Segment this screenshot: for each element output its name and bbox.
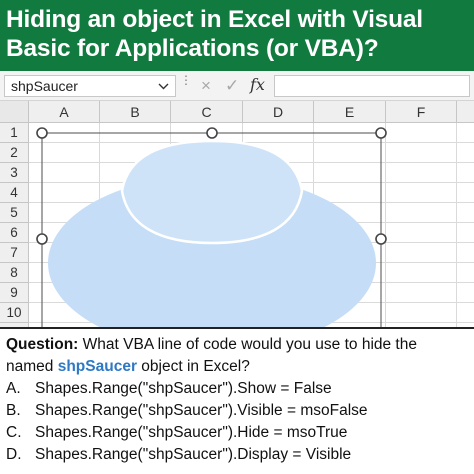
formula-bar: shpSaucer ⋮ × ✓ fx — [0, 71, 474, 101]
question-text: Question: What VBA line of code would yo… — [6, 334, 468, 378]
chevron-down-icon[interactable] — [158, 76, 169, 102]
formula-input[interactable] — [274, 75, 470, 97]
title-line-2: Basic for Applications (or VBA)? — [6, 35, 379, 62]
title-banner: Hiding an object in Excel with Visual Ba… — [0, 0, 474, 71]
title-line-1: Hiding an object in Excel with Visual — [6, 6, 423, 33]
insert-function-icon[interactable]: fx — [250, 75, 265, 94]
option-letter: B. — [6, 402, 21, 419]
worksheet-grid[interactable]: A B C D E F 1 2 3 4 5 6 7 8 9 10 11 — [0, 101, 474, 327]
question-highlight: shpSaucer — [57, 358, 137, 375]
shape-layer — [36, 127, 387, 327]
question-panel: Question: What VBA line of code would yo… — [0, 327, 474, 474]
option-text: Shapes.Range("shpSaucer").Show = False — [35, 380, 332, 397]
answer-option-c[interactable]: C. Shapes.Range("shpSaucer").Hide = msoT… — [6, 422, 468, 444]
resize-handle-top-right[interactable] — [375, 127, 387, 139]
option-letter: D. — [6, 446, 22, 463]
answer-option-a[interactable]: A. Shapes.Range("shpSaucer").Show = Fals… — [6, 378, 468, 400]
option-text: Shapes.Range("shpSaucer").Hide = msoTrue — [35, 424, 348, 441]
answer-option-b[interactable]: B. Shapes.Range("shpSaucer").Visible = m… — [6, 400, 468, 422]
option-letter: A. — [6, 380, 21, 397]
question-body-end: object in Excel? — [141, 358, 250, 375]
enter-icon[interactable]: ✓ — [225, 76, 239, 96]
resize-handle-right[interactable] — [375, 233, 387, 245]
saucer-dome[interactable] — [120, 139, 304, 245]
resize-handle-top[interactable] — [206, 127, 218, 139]
resize-handle-left[interactable] — [36, 233, 48, 245]
question-label: Question: — [6, 336, 79, 353]
option-text: Shapes.Range("shpSaucer").Display = Visi… — [35, 446, 352, 463]
resize-handle-top-left[interactable] — [36, 127, 48, 139]
option-text: Shapes.Range("shpSaucer").Visible = msoF… — [35, 402, 368, 419]
cancel-icon[interactable]: × — [201, 76, 211, 96]
saucer-shape[interactable] — [41, 132, 382, 327]
answer-option-d[interactable]: D. Shapes.Range("shpSaucer").Display = V… — [6, 444, 468, 466]
name-box-value: shpSaucer — [11, 78, 78, 94]
option-letter: C. — [6, 424, 22, 441]
name-box[interactable]: shpSaucer — [4, 75, 176, 97]
more-options-icon[interactable]: ⋮ — [180, 74, 192, 86]
